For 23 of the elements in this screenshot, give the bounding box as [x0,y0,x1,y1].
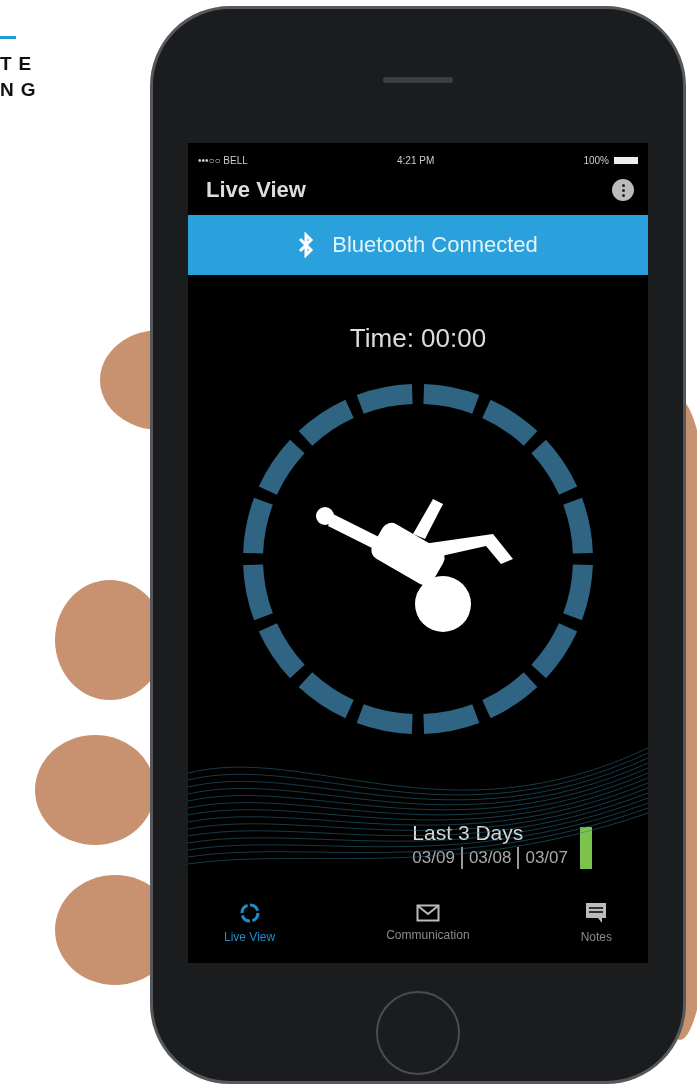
status-bar-indicator [580,827,592,869]
clock-text: 4:21 PM [397,154,435,166]
nav-tab[interactable]: Communication [380,883,476,963]
ring-icon [238,902,261,924]
note-icon [585,902,608,924]
history-title: Last 3 Days [412,821,525,845]
carrier-text: •••○○ BELL [198,154,248,166]
screen-title: Live View [206,177,306,203]
date-label[interactable]: 03/07 [525,848,568,868]
date-label[interactable]: 03/08 [468,848,512,868]
envelope-icon [415,904,440,922]
nav-tab[interactable]: Notes [574,883,618,963]
nav-tab[interactable]: Live View [218,883,282,963]
logo-text: NG [0,79,43,101]
logo-text: TE [0,53,39,75]
bluetooth-icon [298,232,315,258]
date-label[interactable]: 03/09 [412,848,455,868]
more-menu-icon[interactable] [612,179,634,201]
banner-text: Bluetooth Connected [332,232,538,258]
battery-text: 100% [583,154,609,166]
timer-text: Time: 00:00 [348,323,488,354]
phone-speaker [383,77,453,83]
battery-icon [614,156,638,164]
